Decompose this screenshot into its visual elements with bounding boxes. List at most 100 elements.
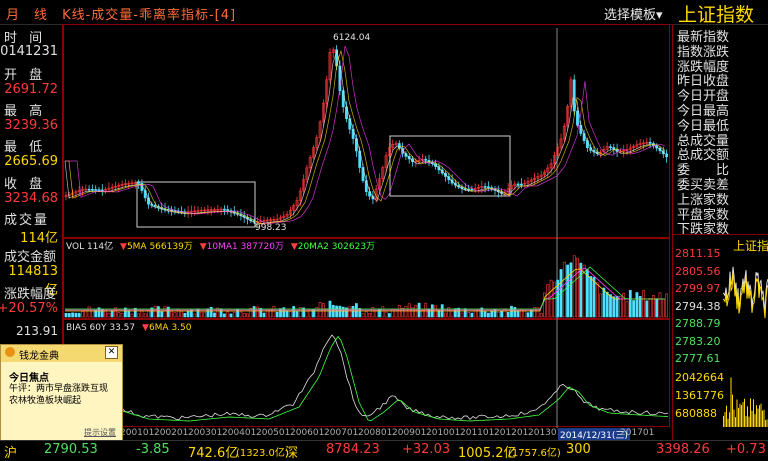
volume-bar: [661, 298, 665, 318]
time-axis: 200101 200201 200301 200401 200501 20060…: [120, 428, 670, 441]
period-suffix: 线: [34, 8, 49, 23]
volume-bar: [140, 310, 144, 318]
tick-label: 200701: [324, 428, 359, 438]
sz-index[interactable]: 8784.23: [326, 442, 380, 457]
low-price-label: 998.23: [255, 223, 287, 233]
volume-bar: [90, 310, 94, 318]
volume-bar: [232, 311, 236, 318]
volume-bar: [87, 306, 91, 318]
intraday-mini-chart[interactable]: 上证指 2811.15 2805.56 2799.97 2794.38 2788.79 2…: [672, 234, 768, 441]
time-value: 20141231: [0, 44, 58, 59]
mini-chart-plot: [723, 266, 768, 427]
low-label: 最 低: [4, 140, 47, 155]
sh-change: -3.85: [136, 442, 170, 457]
tick-label: 200801: [358, 428, 393, 438]
volume-bar: [262, 312, 266, 318]
mini-volume-bar: [732, 394, 733, 427]
popup-settings-link[interactable]: 提示设置: [84, 427, 116, 438]
volume-bar: [173, 312, 177, 318]
mini-volume-bar: [763, 409, 765, 427]
ma-line: [64, 49, 666, 225]
tick-label: 200401: [222, 428, 257, 438]
volume-bar: [239, 311, 243, 318]
volume-bar: [74, 312, 78, 318]
volume-bar: [493, 308, 497, 318]
mini-price-label: 2811.15: [675, 247, 721, 260]
tick-label: 201101: [460, 428, 495, 438]
volume-bar: [642, 290, 645, 318]
amount-label: 成交金额: [4, 250, 57, 265]
volume-bar: [457, 307, 461, 318]
tick-label: 200301: [188, 428, 223, 438]
volume-bar: [157, 306, 160, 318]
mini-volume-bar: [735, 417, 736, 427]
volume-bar: [595, 282, 599, 318]
volume-bar: [539, 312, 543, 318]
news-popup[interactable]: 钱龙金典 ✕ 今日焦点 午评：两市早盘涨跌互现 农林牧渔板块崛起 提示设置: [0, 344, 123, 442]
mini-volume-bar: [754, 414, 756, 427]
volume-bar: [213, 312, 216, 318]
volume-bar: [638, 296, 642, 318]
volume-ma-line: [65, 266, 665, 310]
close-label: 收 盘: [4, 177, 47, 192]
volume-bar: [269, 309, 273, 318]
volume-bar: [628, 290, 632, 318]
volume-bar: [203, 311, 207, 318]
ma-line: [65, 45, 666, 225]
popup-header: 钱龙金典 ✕: [1, 345, 122, 362]
left-info-panel: 时 间 20141231 开 盘 2691.72 最 高 3239.36 最 低…: [0, 24, 63, 320]
volume-bar: [645, 300, 649, 318]
mini-volume-bar: [736, 399, 738, 427]
volume-bar: [566, 264, 570, 318]
mini-price-label: 2783.20: [675, 334, 721, 348]
select-template-button[interactable]: 选择模板▾: [604, 4, 663, 23]
tick-label: 200501: [256, 428, 291, 438]
mini-volume-bar: [738, 407, 739, 427]
popup-body[interactable]: 午评：两市早盘涨跌互现 农林牧渔板块崛起: [9, 383, 117, 407]
moving-average-lines: [64, 45, 666, 225]
open-label: 开 盘: [4, 68, 47, 83]
volume-bar: [130, 313, 134, 318]
volume-bar: [394, 309, 398, 318]
tick-label: 200101: [120, 428, 155, 438]
ma10-legend: 10MA1 387720万: [207, 242, 284, 252]
volume-bar: [351, 305, 355, 318]
volume-bar: [107, 312, 111, 318]
volume-bar: [292, 306, 296, 318]
mini-volume-bar: [733, 409, 735, 427]
volume-bar: [585, 269, 589, 318]
volume-bar: [467, 312, 471, 318]
chart-title: 月 线 K线-成交量-乖离率指标-[4]: [6, 4, 236, 23]
volume-bar: [490, 310, 494, 318]
high-label: 最 高: [4, 104, 47, 119]
volume-bar: [361, 312, 365, 318]
volume-bar: [632, 300, 636, 318]
volume-bar: [401, 307, 405, 318]
sh-index[interactable]: 2790.53: [44, 442, 98, 457]
change-label: 涨跌幅度: [4, 287, 57, 302]
mini-volume-bar: [726, 405, 727, 427]
other-index-value[interactable]: 3398.26: [656, 442, 710, 457]
volume-bar: [180, 310, 183, 318]
volume-bar: [510, 305, 513, 318]
candle-body: [576, 110, 579, 126]
volume-bar: [599, 293, 603, 318]
volume-bar: [483, 311, 487, 318]
volume-bar: [305, 310, 309, 318]
mini-volume-bar: [757, 408, 759, 427]
period-label[interactable]: 月: [6, 8, 20, 23]
volume-bar: [364, 311, 368, 318]
indicator-title: K线-成交量-乖离率指标-[4]: [62, 8, 237, 23]
candle-body: [226, 209, 230, 211]
volume-bar: [576, 257, 579, 318]
volume-bar: [117, 312, 121, 318]
volume-bar: [579, 262, 583, 318]
mini-price-label: 2799.97: [675, 282, 721, 295]
volume-bar: [199, 311, 203, 318]
volume-value: 114亿: [20, 231, 58, 246]
kline-chart[interactable]: 6124.04 998.23 VOL 114亿 ▼5MA 566139万 ▼10…: [63, 24, 670, 440]
volume-bar: [506, 311, 510, 318]
mini-volume-bar: [742, 402, 744, 427]
close-icon[interactable]: ✕: [105, 346, 118, 359]
close-value: 3234.68: [4, 191, 58, 206]
